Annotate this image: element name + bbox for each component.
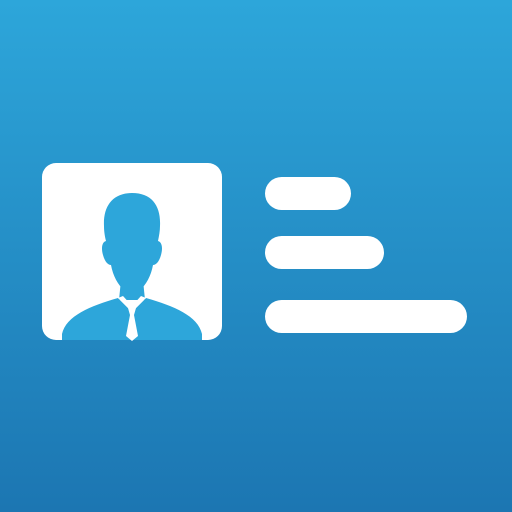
contact-card-app-icon xyxy=(0,0,512,512)
text-line-1 xyxy=(265,177,351,210)
contact-card-icon xyxy=(0,0,512,512)
photo-frame xyxy=(42,163,222,341)
text-line-3 xyxy=(265,300,467,333)
text-line-2 xyxy=(265,236,384,269)
